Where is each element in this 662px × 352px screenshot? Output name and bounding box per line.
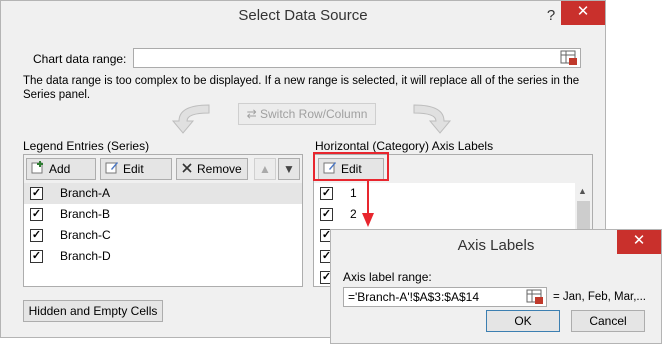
- series-row[interactable]: ✓ Branch-C: [24, 225, 302, 246]
- legend-toolbar: Add Edit Remove ▲ ▼: [24, 155, 302, 183]
- title-bar: Select Data Source ? ✕: [1, 1, 605, 33]
- series-name: Branch-C: [60, 228, 111, 242]
- axis-labels-dialog: Axis Labels ✕ Axis label range: ='Branch…: [330, 229, 662, 344]
- axis-value: 2: [350, 207, 357, 221]
- axis-dialog-title-bar: Axis Labels ✕: [331, 230, 661, 260]
- switch-label: Switch Row/Column: [260, 107, 368, 121]
- range-preview: = Jan, Feb, Mar,...: [553, 291, 646, 303]
- axis-checkbox[interactable]: ✓: [320, 187, 333, 200]
- axis-value: 1: [350, 186, 357, 200]
- legend-entries-label: Legend Entries (Series): [23, 139, 150, 153]
- move-down-button[interactable]: ▼: [278, 158, 300, 180]
- dialog-title: Select Data Source: [238, 7, 368, 24]
- arrow-down-icon: ▼: [283, 162, 295, 176]
- remove-label: Remove: [197, 162, 242, 176]
- axis-dialog-title: Axis Labels: [457, 237, 535, 254]
- remove-series-button[interactable]: Remove: [176, 158, 248, 180]
- collapse-range-icon[interactable]: [525, 288, 547, 306]
- switch-row-column-button[interactable]: ⇄ Switch Row/Column: [238, 103, 376, 125]
- collapse-range-icon[interactable]: [559, 49, 581, 67]
- range-message: The data range is too complex to be disp…: [23, 75, 580, 101]
- close-button[interactable]: ✕: [561, 1, 605, 25]
- edit-label: Edit: [123, 162, 144, 176]
- axis-range-value: ='Branch-A'!$A$3:$A$14: [348, 290, 480, 304]
- switch-icon: ⇄: [246, 107, 260, 121]
- edit-series-button[interactable]: Edit: [100, 158, 172, 180]
- series-name: Branch-B: [60, 207, 111, 221]
- add-series-button[interactable]: Add: [26, 158, 96, 180]
- move-up-button[interactable]: ▲: [254, 158, 276, 180]
- remove-icon: [181, 160, 193, 180]
- series-name: Branch-A: [60, 186, 111, 200]
- axis-checkbox[interactable]: ✓: [320, 208, 333, 221]
- hidden-empty-cells-button[interactable]: Hidden and Empty Cells: [23, 300, 163, 322]
- chart-range-label: Chart data range:: [33, 52, 127, 66]
- axis-range-label: Axis label range:: [343, 270, 432, 284]
- axis-labels-label: Horizontal (Category) Axis Labels: [315, 139, 494, 153]
- help-button[interactable]: ?: [541, 7, 561, 27]
- axis-dialog-close-button[interactable]: ✕: [617, 230, 661, 254]
- series-checkbox[interactable]: ✓: [30, 187, 43, 200]
- series-row[interactable]: ✓ Branch-D: [24, 246, 302, 267]
- ok-button[interactable]: OK: [486, 310, 560, 332]
- edit-highlight-box: [313, 152, 389, 181]
- series-row[interactable]: ✓ Branch-B: [24, 204, 302, 225]
- cancel-button[interactable]: Cancel: [571, 310, 645, 332]
- chart-range-input[interactable]: [133, 48, 581, 68]
- series-checkbox[interactable]: ✓: [30, 208, 43, 221]
- scroll-up-icon[interactable]: ▲: [578, 186, 587, 196]
- red-arrow-icon: [362, 181, 374, 227]
- legend-entries-panel: Add Edit Remove ▲ ▼ ✓ Branch-A ✓ Branch-…: [23, 154, 303, 287]
- axis-range-input[interactable]: ='Branch-A'!$A$3:$A$14: [343, 287, 547, 307]
- add-label: Add: [49, 162, 71, 176]
- series-row[interactable]: ✓ Branch-A: [24, 183, 302, 204]
- series-checkbox[interactable]: ✓: [30, 250, 43, 263]
- series-name: Branch-D: [60, 249, 111, 263]
- add-icon: [31, 160, 45, 180]
- edit-icon: [105, 160, 119, 180]
- series-checkbox[interactable]: ✓: [30, 229, 43, 242]
- axis-row[interactable]: ✓ 2: [314, 204, 592, 225]
- axis-row[interactable]: ✓ 1: [314, 183, 592, 204]
- arrow-up-icon: ▲: [259, 162, 271, 176]
